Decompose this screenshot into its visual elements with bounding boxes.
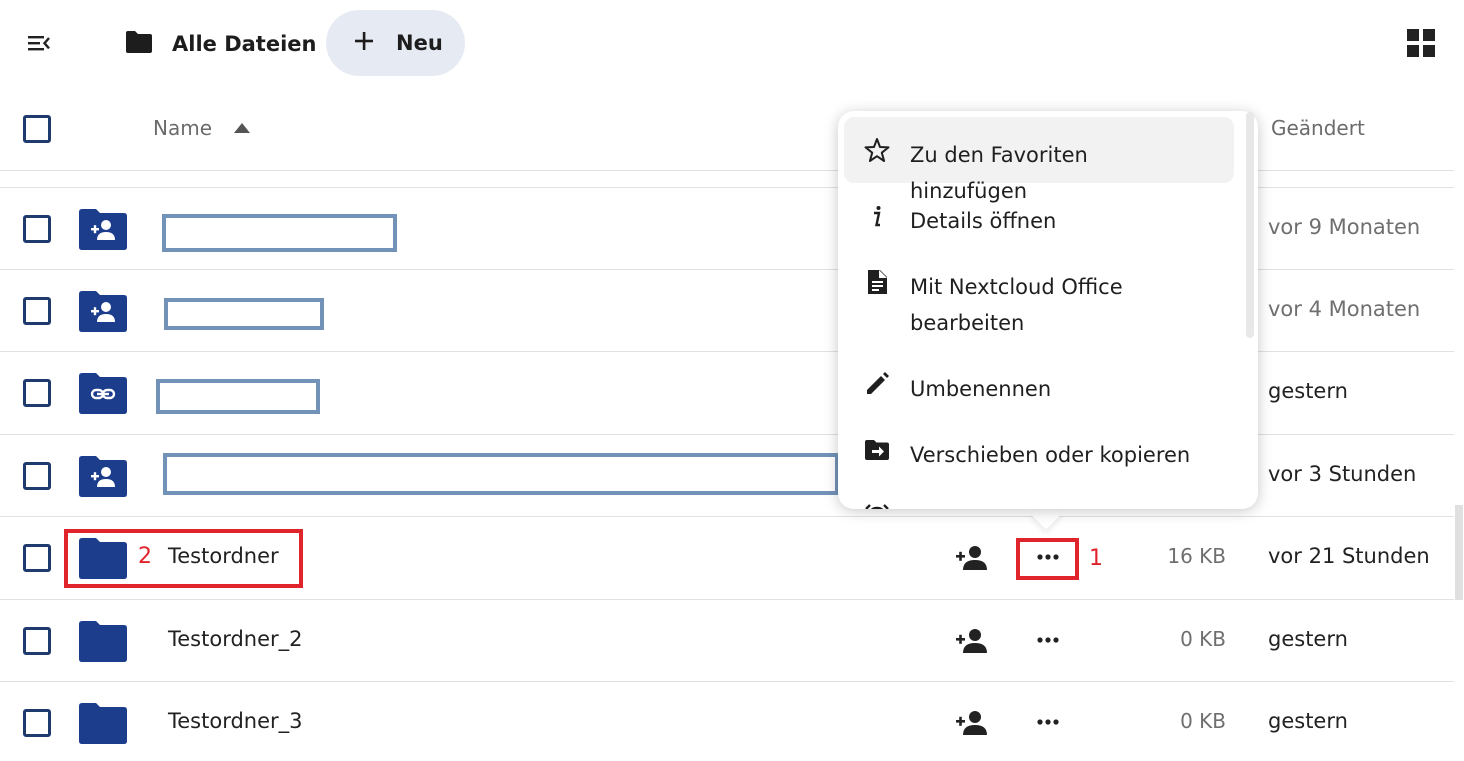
folder-icon [124,30,154,58]
row-checkbox[interactable] [23,462,51,490]
annotation-box-2 [64,529,303,588]
shared-folder-icon [79,455,127,497]
move-folder-icon [864,437,890,463]
row-modified: gestern [1268,709,1348,733]
more-actions-icon[interactable] [1035,709,1061,735]
context-menu-scrollbar[interactable] [1246,112,1254,338]
menu-item-label: Details öffnen [910,209,1057,233]
select-all-checkbox[interactable] [23,115,51,143]
context-menu: Zu den Favoriten hinzufügen Details öffn… [838,111,1258,509]
grid-view-icon[interactable] [1406,28,1436,58]
row-size: 16 KB [1167,544,1226,568]
folder-icon [79,702,127,744]
redacted-file-name[interactable] [162,214,397,252]
menu-item-label: Umbenennen [910,377,1052,401]
new-button-label: Neu [396,31,443,55]
menu-item-reminder[interactable] [844,483,1234,509]
share-icon[interactable] [955,628,989,654]
menu-item-label: Verschieben oder kopieren [910,443,1191,467]
info-icon [864,203,890,229]
plus-icon [354,31,374,55]
sort-ascending-icon [234,123,251,133]
menu-item-add-favorite[interactable]: Zu den Favoriten hinzufügen [844,117,1234,203]
annotation-number-1: 1 [1089,546,1103,571]
redacted-file-name[interactable] [163,453,839,495]
menu-item-move-copy[interactable]: Verschieben oder kopieren [844,417,1234,483]
breadcrumb-all-files[interactable]: Alle Dateien [124,26,316,62]
row-checkbox[interactable] [23,215,51,243]
row-modified: gestern [1268,379,1348,403]
top-bar: Alle Dateien Neu [0,0,1464,86]
column-name-label: Name [153,116,213,140]
row-checkbox[interactable] [23,379,51,407]
new-button[interactable]: Neu [326,10,465,76]
more-actions-icon[interactable] [1035,627,1061,653]
alarm-icon [864,503,890,509]
column-name-header[interactable]: Name [153,116,251,140]
row-file-name[interactable]: Testordner_3 [168,709,303,733]
page-scrollbar[interactable] [1455,505,1463,600]
menu-item-rename[interactable]: Umbenennen [844,351,1234,417]
shared-folder-icon [79,290,127,332]
column-modified-header[interactable]: Geändert [1271,116,1365,140]
row-size: 0 KB [1180,709,1226,733]
redacted-file-name[interactable] [164,298,324,330]
redacted-file-name[interactable] [156,379,320,414]
annotation-box-1 [1016,538,1079,580]
menu-item-open-details[interactable]: Details öffnen [844,183,1234,249]
star-icon [864,137,890,163]
row-checkbox[interactable] [23,544,51,572]
annotation-number-2: 2 [138,544,152,569]
folder-icon [79,620,127,662]
row-checkbox[interactable] [23,709,51,737]
link-folder-icon [79,372,127,414]
row-file-name[interactable]: Testordner_2 [168,627,303,651]
table-row[interactable]: Testordner_3 0 KB gestern [0,681,1454,761]
share-icon[interactable] [955,710,989,736]
shared-folder-icon [79,208,127,250]
row-modified: vor 4 Monaten [1268,297,1421,321]
row-modified: vor 3 Stunden [1268,462,1417,486]
pencil-icon [864,371,890,397]
row-modified: vor 9 Monaten [1268,215,1421,239]
table-row[interactable]: Testordner_2 0 KB gestern [0,599,1454,681]
menu-item-edit-office[interactable]: Mit Nextcloud Office bearbeiten [844,249,1234,349]
share-icon[interactable] [955,545,989,571]
row-modified: gestern [1268,627,1348,651]
menu-item-label: Mit Nextcloud Office bearbeiten [910,275,1123,335]
row-checkbox[interactable] [23,627,51,655]
row-checkbox[interactable] [23,297,51,325]
row-modified: vor 21 Stunden [1268,544,1430,568]
row-size: 0 KB [1180,627,1226,651]
breadcrumb-label: Alle Dateien [172,32,317,56]
document-icon [864,269,890,295]
menu-collapse-icon[interactable] [22,28,56,58]
